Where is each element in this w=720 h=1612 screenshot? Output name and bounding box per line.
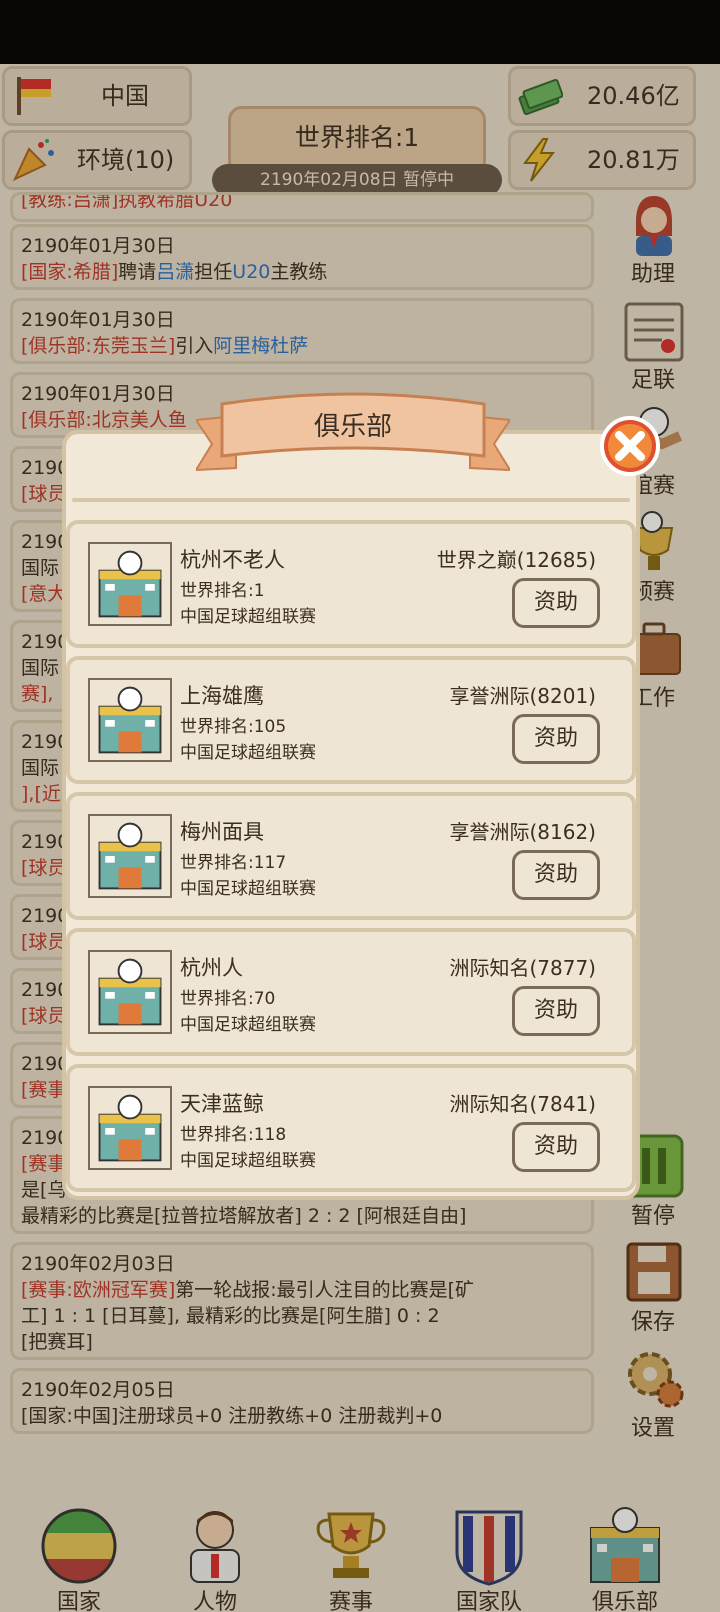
club-building-icon (88, 950, 172, 1034)
club-league: 中国足球超组联赛 (180, 879, 316, 899)
sponsor-button[interactable]: 资助 (512, 714, 600, 764)
club-name: 梅州面具 (180, 820, 264, 844)
club-name: 上海雄鹰 (180, 684, 264, 708)
club-league: 中国足球超组联赛 (180, 1015, 316, 1035)
club-tier: 享誉洲际(8162) (449, 820, 596, 844)
club-rank: 世界排名:105 (180, 717, 287, 737)
sponsor-button[interactable]: 资助 (512, 850, 600, 900)
club-rank: 世界排名:1 (180, 581, 265, 601)
modal-title: 俱乐部 (313, 412, 392, 442)
club-card[interactable]: 杭州不老人 世界排名:1 中国足球超组联赛 世界之巅(12685) 资助 (66, 520, 636, 648)
club-name: 杭州人 (180, 956, 243, 980)
club-card[interactable]: 杭州人 世界排名:70 中国足球超组联赛 洲际知名(7877) 资助 (66, 928, 636, 1056)
club-rank: 世界排名:118 (180, 1125, 287, 1145)
sponsor-button[interactable]: 资助 (512, 986, 600, 1036)
club-building-icon (88, 542, 172, 626)
club-card[interactable]: 天津蓝鲸 世界排名:118 中国足球超组联赛 洲际知名(7841) 资助 (66, 1064, 636, 1192)
club-name: 天津蓝鲸 (180, 1092, 264, 1116)
close-icon[interactable] (600, 416, 660, 476)
club-building-icon (88, 678, 172, 762)
club-building-icon (88, 814, 172, 898)
club-tier: 洲际知名(7877) (449, 956, 596, 980)
club-card[interactable]: 梅州面具 世界排名:117 中国足球超组联赛 享誉洲际(8162) 资助 (66, 792, 636, 920)
sponsor-button[interactable]: 资助 (512, 578, 600, 628)
club-building-icon (88, 1086, 172, 1170)
club-tier: 享誉洲际(8201) (449, 684, 596, 708)
club-rank: 世界排名:70 (180, 989, 276, 1009)
club-tier: 世界之巅(12685) (436, 548, 596, 572)
club-card[interactable]: 上海雄鹰 世界排名:105 中国足球超组联赛 享誉洲际(8201) 资助 (66, 656, 636, 784)
club-league: 中国足球超组联赛 (180, 743, 316, 763)
club-rank: 世界排名:117 (180, 853, 287, 873)
sponsor-button[interactable]: 资助 (512, 1122, 600, 1172)
club-league: 中国足球超组联赛 (180, 607, 316, 627)
club-league: 中国足球超组联赛 (180, 1151, 316, 1171)
club-tier: 洲际知名(7841) (449, 1092, 596, 1116)
modal-divider (72, 498, 630, 502)
club-name: 杭州不老人 (180, 548, 285, 572)
